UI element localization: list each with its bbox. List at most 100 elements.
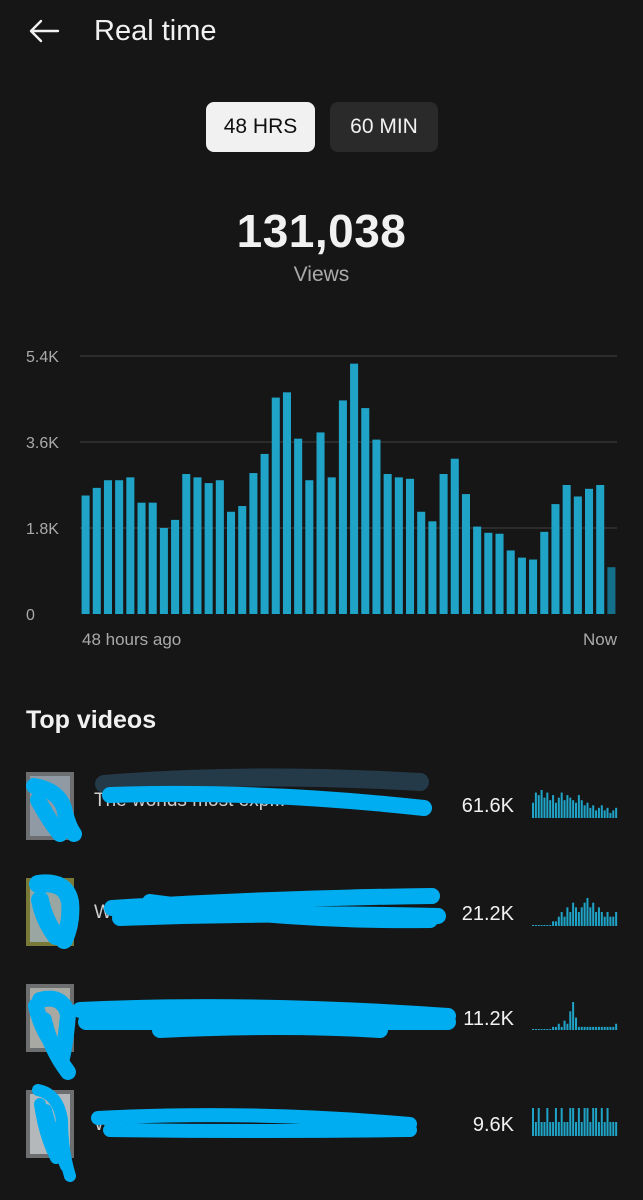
sparkline-bar [612,916,615,926]
chart-bar[interactable] [294,438,303,614]
chart-bar[interactable] [182,474,191,614]
chart-bar[interactable] [316,432,325,614]
chart-bar[interactable] [159,528,168,614]
sparkline-bar [563,1122,566,1136]
chart-bar[interactable] [484,532,493,614]
chart-bar[interactable] [585,488,594,614]
chart-bar[interactable] [260,453,269,614]
chart-bar[interactable] [215,480,224,614]
chart-bar[interactable] [350,363,359,614]
sparkline-bar [580,800,583,818]
sparkline-bar [609,812,612,818]
chart-bar[interactable] [517,557,526,614]
sparkline-bar [592,805,595,818]
sparkline-bar [540,925,543,926]
chart-bar[interactable] [148,502,157,614]
total-views-value: 131,038 [236,205,407,257]
chart-bar[interactable] [596,485,605,614]
sparkline-bar [595,1026,598,1030]
video-sparkline [532,898,618,926]
chart-bar[interactable] [282,392,291,614]
sparkline-bar [543,1122,546,1136]
video-views: 11.2K [463,1008,514,1030]
sparkline-bar [549,1122,552,1136]
sparkline-bar [597,1122,600,1136]
chart-bar[interactable] [461,494,470,614]
chart-bar[interactable] [338,400,347,614]
video-sparkline [532,1108,618,1136]
video-views: 9.6K [472,1114,514,1136]
video-title: W... [94,902,127,923]
back-button[interactable] [26,14,66,48]
chart-bar[interactable] [81,495,90,614]
range-60min-button[interactable]: 60 MIN [330,102,438,152]
range-48hrs-button[interactable]: 48 HRS [206,102,315,152]
chart-bar[interactable] [271,397,280,614]
chart-bar[interactable] [450,458,459,614]
chart-bar[interactable] [193,477,202,614]
chart-bar[interactable] [126,477,135,614]
chart-bar[interactable] [92,487,101,614]
sparkline-bar [600,805,603,818]
sparkline-bar [554,1108,557,1136]
chart-bar[interactable] [249,473,258,614]
top-app-bar: Real time [0,0,643,64]
sparkline-bar [595,810,598,818]
chart-bar[interactable] [115,480,124,614]
sparkline-bar [532,1108,535,1136]
chart-bar[interactable] [417,511,426,614]
sparkline-bar [606,912,609,926]
chart-bar[interactable] [551,504,560,614]
sparkline-bar [549,1029,552,1030]
chart-bar[interactable] [573,496,582,614]
chart-bar[interactable] [238,506,247,614]
chart-bar[interactable] [305,480,314,614]
chart-bar[interactable] [103,480,112,614]
sparkline-bar [577,1026,580,1030]
sparkline-bar [537,925,540,926]
sparkline-bar [546,1108,549,1136]
video-row[interactable]: Why... 9.6K [0,1090,643,1170]
chart-bar[interactable] [607,567,616,614]
sparkline-bar [549,800,552,818]
chart-bar[interactable] [529,559,538,614]
sparkline-bar [543,1029,546,1030]
chart-bar[interactable] [506,550,515,614]
y-tick-label: 3.6K [26,435,59,452]
chart-canvas: 0 1.8K 3.6K 5.4K [26,349,617,624]
sparkline-bar [603,1026,606,1030]
chart-bar[interactable] [361,408,370,614]
chart-bar[interactable] [137,502,146,614]
video-row[interactable]: m... millionaire private... 11.2K [0,984,643,1064]
chart-bar[interactable] [204,483,213,614]
top-videos-heading: Top videos [26,706,157,734]
chart-bar[interactable] [383,474,392,614]
chart-bar[interactable] [227,511,236,614]
chart-bar[interactable] [473,526,482,614]
chart-bar[interactable] [428,521,437,614]
sparkline-bar [557,1122,560,1136]
sparkline-bar [606,807,609,818]
chart-bar[interactable] [540,531,549,614]
chart-bar[interactable] [562,485,571,614]
chart-bar[interactable] [171,519,180,614]
sparkline-bar [580,1122,583,1136]
chart-bar[interactable] [372,439,381,614]
sparkline-bar [569,912,572,926]
realtime-screen: Real time 48 HRS 60 MIN 131,038 Views 0 1… [0,0,643,1200]
video-row[interactable]: The worlds most exp... 61.6K [0,768,643,848]
chart-bar[interactable] [406,478,415,614]
chart-bar[interactable] [327,477,336,614]
sparkline-bar [543,925,546,926]
sparkline-bar [537,1108,540,1136]
chart-bar[interactable] [439,474,448,614]
sparkline-bar [560,1108,563,1136]
sparkline-bar [566,907,569,926]
chart-bar[interactable] [394,477,403,614]
sparkline-bar [586,898,589,926]
sparkline-bar [534,1122,537,1136]
video-row[interactable]: W... 21.2K [0,876,643,956]
page-title: Real time [94,15,217,47]
chart-bar[interactable] [495,533,504,614]
sparkline-bar [549,925,552,926]
